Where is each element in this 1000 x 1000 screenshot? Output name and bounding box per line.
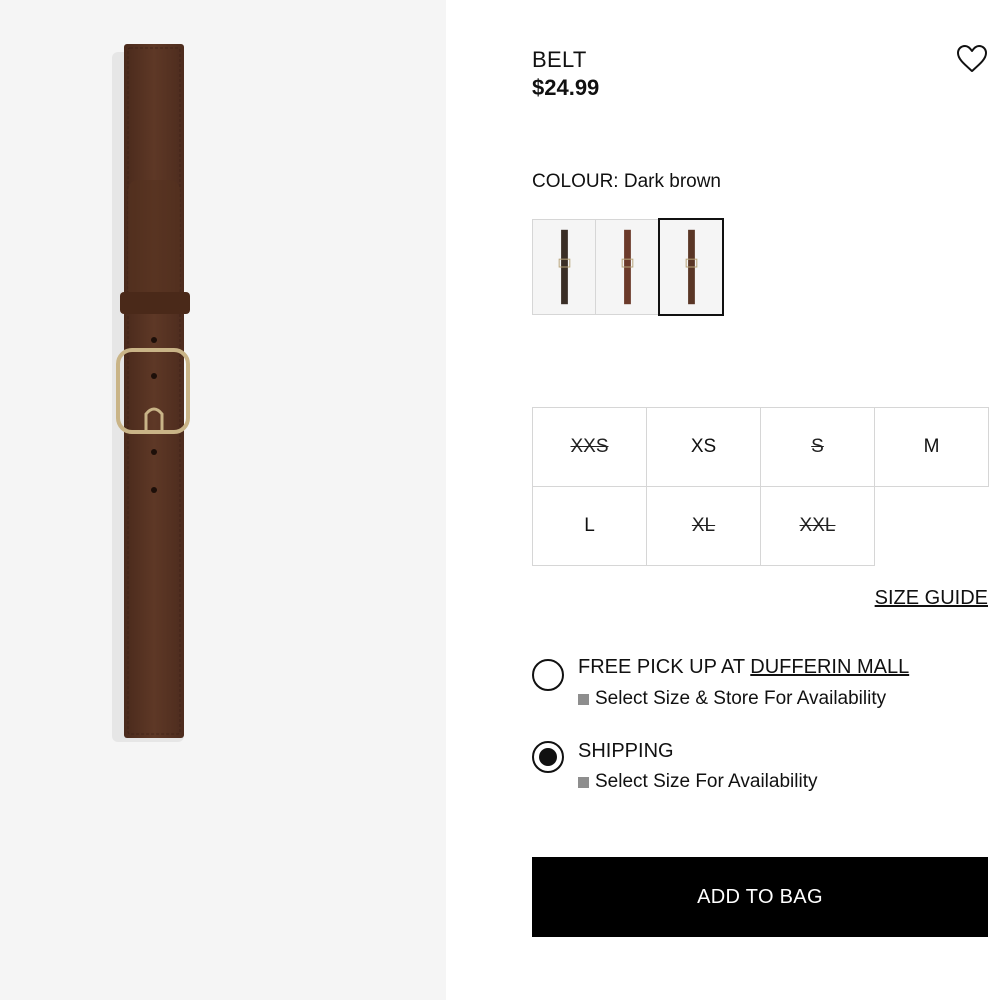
shipping-radio[interactable] <box>532 741 564 773</box>
colour-selected-name: Dark brown <box>623 171 722 192</box>
size-label: XXL <box>799 515 836 536</box>
shipping-title: SHIPPING <box>578 740 674 762</box>
size-label: S <box>811 436 824 457</box>
wishlist-button[interactable] <box>955 42 989 76</box>
size-option-xl[interactable]: XL <box>646 486 761 566</box>
size-label: L <box>584 515 595 536</box>
size-option-xxl[interactable]: XXL <box>760 486 875 566</box>
size-label: XS <box>690 436 717 457</box>
product-title: BELT <box>532 47 587 72</box>
shipping-note: Select Size For Availability <box>595 771 818 792</box>
size-selector: XXS XS S M L XL XXL <box>532 407 989 566</box>
product-image <box>112 44 190 742</box>
colour-swatch-dark-brown[interactable] <box>658 218 724 316</box>
colour-swatch-black[interactable] <box>532 219 596 315</box>
pickup-radio[interactable] <box>532 659 564 691</box>
pickup-note: Select Size & Store For Availability <box>595 688 887 709</box>
colour-label: COLOUR: Dark brown <box>532 171 721 193</box>
belt-keeper <box>120 292 190 314</box>
size-option-xxs[interactable]: XXS <box>532 407 647 487</box>
pickup-option-title: FREE PICK UP AT DUFFERIN MALL <box>578 656 909 679</box>
status-square-icon <box>578 693 589 705</box>
size-guide-link[interactable]: SIZE GUIDE <box>875 587 988 610</box>
store-link[interactable]: DUFFERIN MALL <box>750 656 909 678</box>
size-label: XXS <box>570 436 609 457</box>
colour-label-prefix: COLOUR: <box>532 171 619 192</box>
status-square-icon <box>578 776 589 788</box>
size-option-s[interactable]: S <box>760 407 875 487</box>
swatch-belt-thumbnail <box>685 229 698 305</box>
pickup-availability: Select Size & Store For Availability <box>578 688 886 710</box>
add-to-bag-button[interactable]: ADD TO BAG <box>532 857 988 937</box>
size-option-l[interactable]: L <box>532 486 647 566</box>
size-option-xs[interactable]: XS <box>646 407 761 487</box>
pickup-title: FREE PICK UP AT <box>578 656 745 678</box>
size-label: M <box>923 436 940 457</box>
swatch-belt-thumbnail <box>558 229 571 305</box>
colour-swatch-brown[interactable] <box>595 219 659 315</box>
heart-outline-icon <box>957 45 987 72</box>
shipping-availability: Select Size For Availability <box>578 771 817 793</box>
colour-swatches <box>532 218 724 316</box>
size-label: XL <box>691 515 716 536</box>
swatch-belt-thumbnail <box>621 229 634 305</box>
product-price: $24.99 <box>532 75 600 100</box>
belt-strap <box>124 44 184 738</box>
size-option-m[interactable]: M <box>874 407 989 487</box>
product-image-panel <box>0 0 446 1000</box>
